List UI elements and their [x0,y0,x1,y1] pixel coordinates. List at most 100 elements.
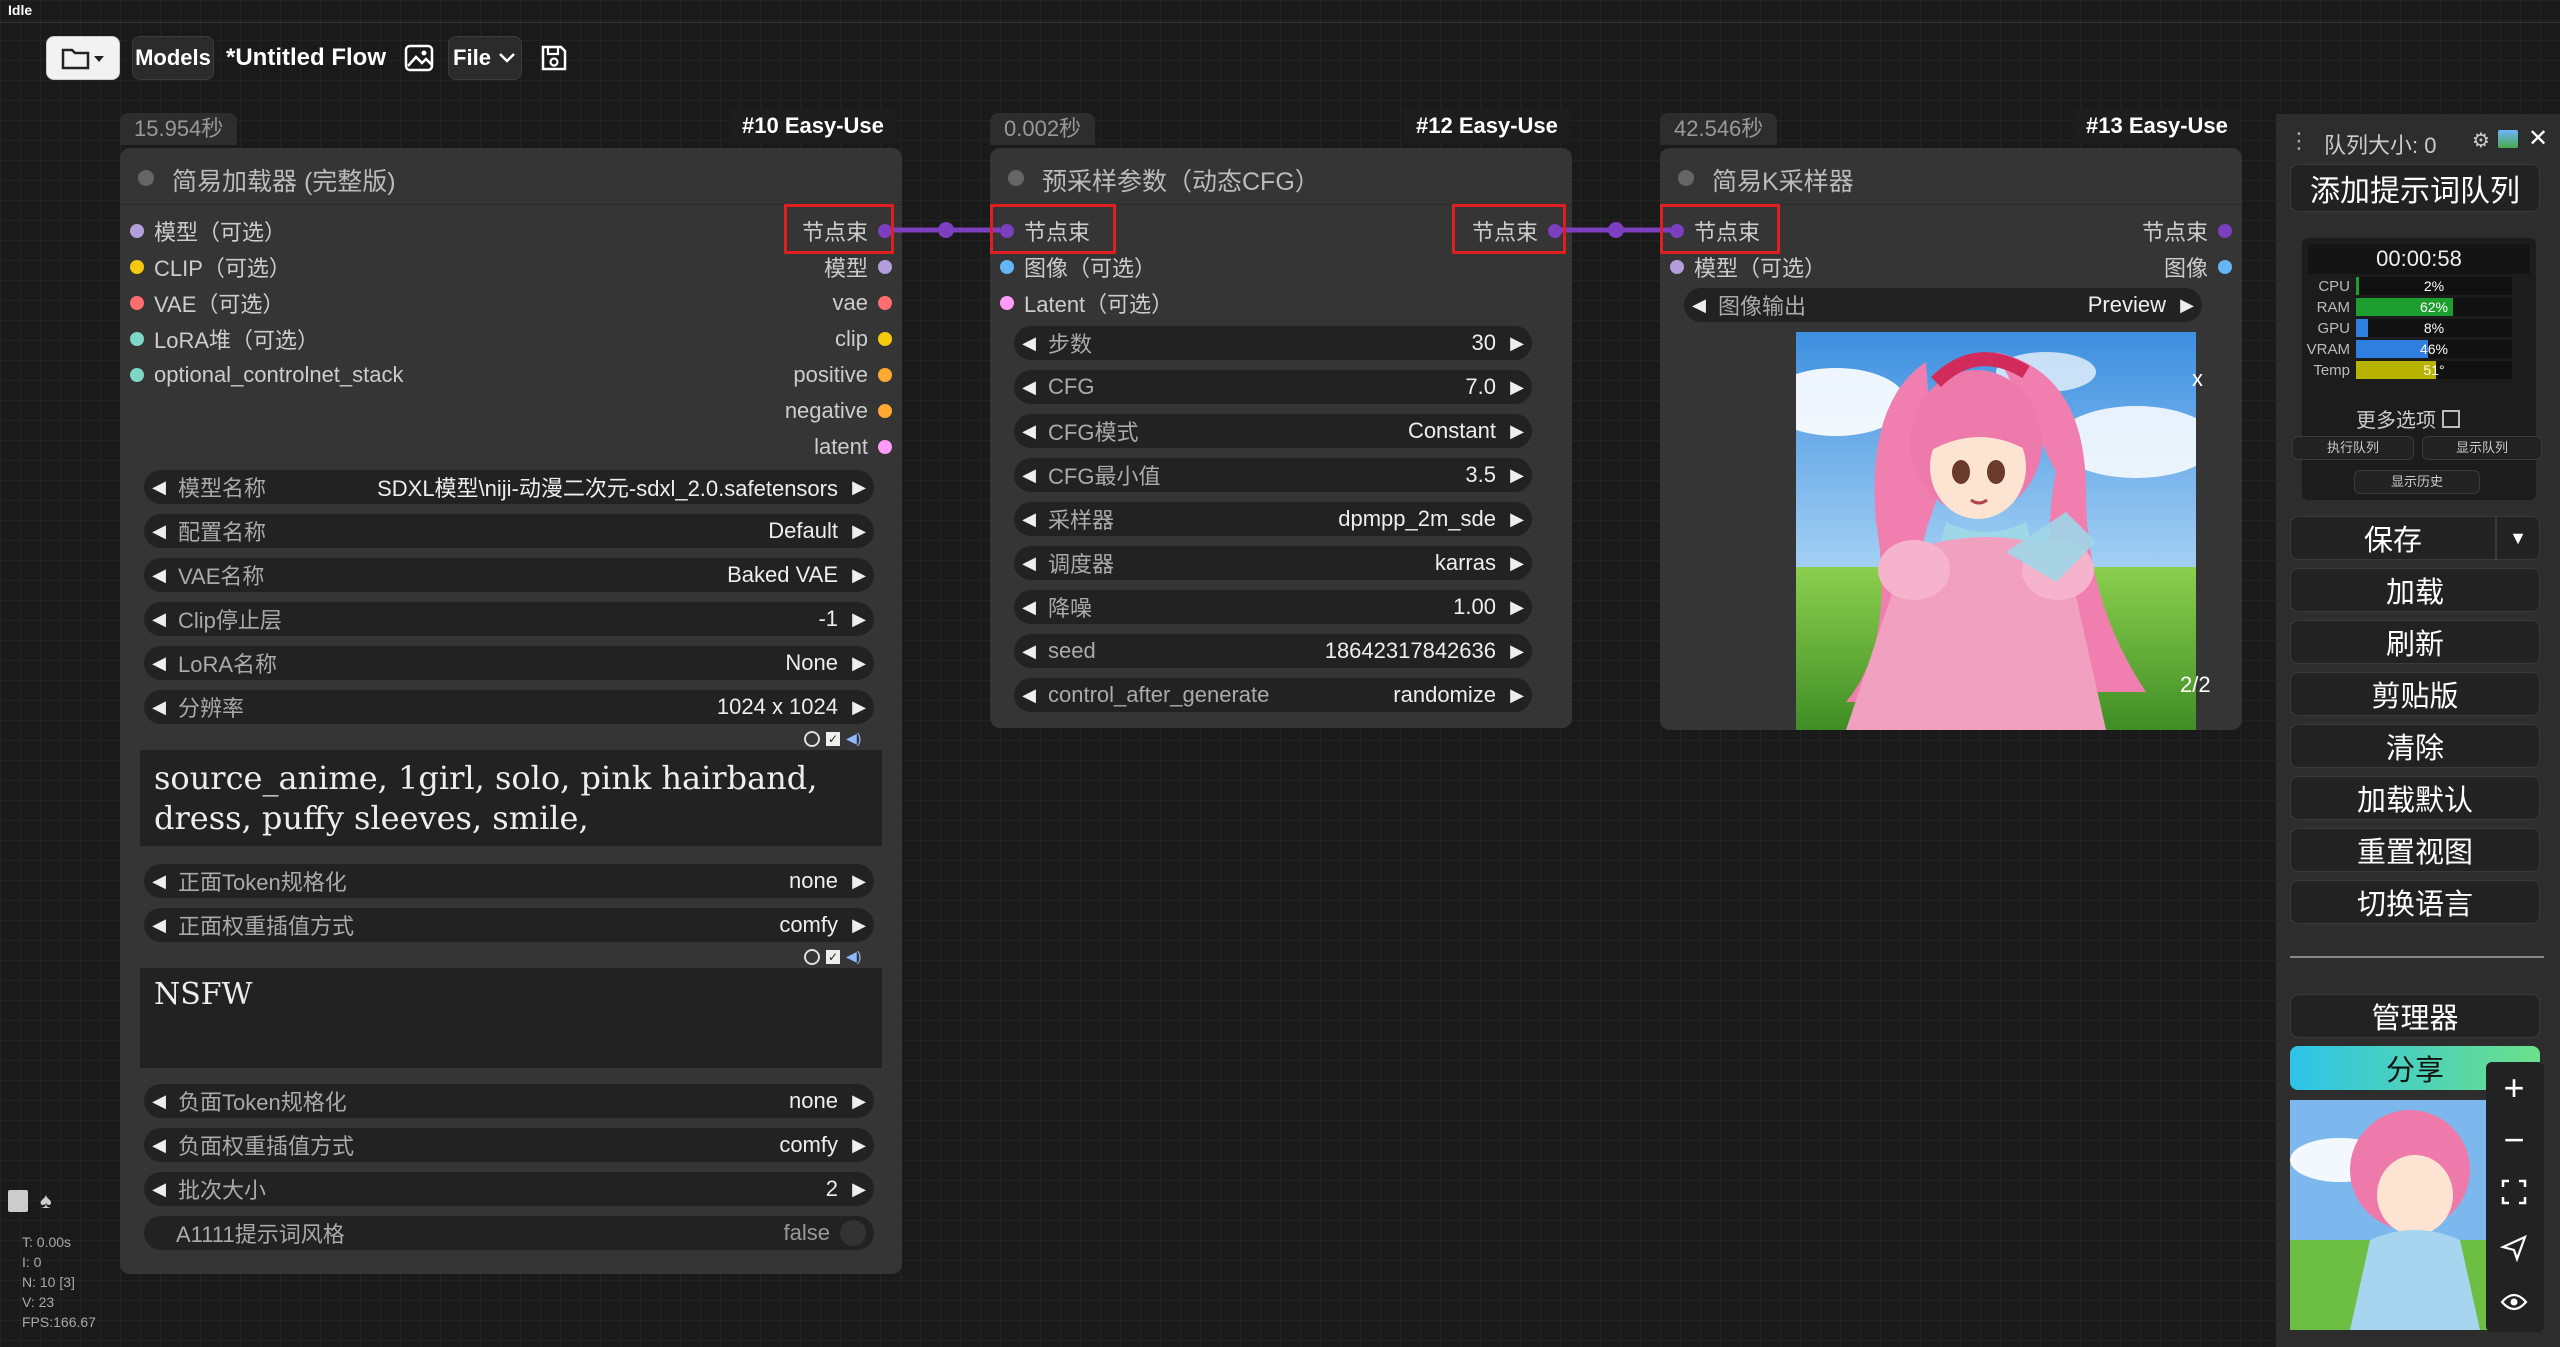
widget-neg-weight-interp[interactable]: ◀ 负面权重插值方式 comfy ▶ [144,1128,874,1162]
slot-dot-icon[interactable] [1670,260,1684,274]
save-icon[interactable] [536,36,572,80]
radio-icon[interactable] [804,948,820,965]
image-gallery-icon[interactable] [2498,130,2518,148]
arrow-right-icon[interactable]: ▶ [844,521,874,542]
slot-dot-icon[interactable] [878,368,892,382]
output-slot-negative[interactable]: negative [785,394,892,428]
widget-pos-weight-interp[interactable]: ◀ 正面权重插值方式 comfy ▶ [144,908,874,942]
widget-control-after-generate[interactable]: ◀ control_after_generate randomize ▶ [1014,678,1532,712]
arrow-right-icon[interactable]: ▶ [1502,509,1532,530]
arrow-right-icon[interactable]: ▶ [1502,377,1532,398]
widget-pos-token-norm[interactable]: ◀ 正面Token规格化 none ▶ [144,864,874,898]
refresh-button[interactable]: 刷新 [2290,620,2540,664]
show-history-button[interactable]: 显示历史 [2354,470,2480,494]
arrow-right-icon[interactable]: ▶ [1502,553,1532,574]
eye-icon[interactable] [2480,1280,2548,1324]
arrow-right-icon[interactable]: ▶ [844,871,874,892]
arrow-right-icon[interactable]: ▶ [1502,597,1532,618]
more-options[interactable]: 更多选项 [2356,404,2460,433]
arrow-right-icon[interactable]: ▶ [844,653,874,674]
document-icon[interactable] [8,1190,28,1212]
arrow-right-icon[interactable]: ▶ [844,915,874,936]
arrow-left-icon[interactable]: ◀ [1684,295,1714,316]
widget-seed[interactable]: ◀ seed 18642317842636 ▶ [1014,634,1532,668]
widget-image-output[interactable]: ◀ 图像输出 Preview ▶ [1684,288,2202,322]
preview-image[interactable] [1766,332,2216,730]
output-slot-image[interactable]: 图像 [2164,250,2232,284]
folder-menu-button[interactable] [46,36,120,80]
input-slot-latent[interactable]: Latent（可选） [1000,286,1173,320]
manager-button[interactable]: 管理器 [2290,994,2540,1038]
slot-dot-icon[interactable] [130,332,144,346]
arrow-left-icon[interactable]: ◀ [144,697,174,718]
checkbox-icon[interactable]: ✓ [826,949,840,964]
arrow-left-icon[interactable]: ◀ [1014,465,1044,486]
show-queue-button[interactable]: 显示队列 [2422,436,2542,460]
image-icon[interactable] [400,36,438,80]
save-dropdown-chevron-icon[interactable]: ▼ [2496,516,2540,560]
clear-button[interactable]: 清除 [2290,724,2540,768]
send-icon[interactable] [2480,1226,2548,1270]
widget-scheduler[interactable]: ◀ 调度器 karras ▶ [1014,546,1532,580]
widget-sampler[interactable]: ◀ 采样器 dpmpp_2m_sde ▶ [1014,502,1532,536]
slot-dot-icon[interactable] [878,296,892,310]
arrow-left-icon[interactable]: ◀ [144,1135,174,1156]
arrow-left-icon[interactable]: ◀ [1014,377,1044,398]
arrow-left-icon[interactable]: ◀ [144,653,174,674]
widget-config-name[interactable]: ◀ 配置名称 Default ▶ [144,514,874,548]
widget-neg-token-norm[interactable]: ◀ 负面Token规格化 none ▶ [144,1084,874,1118]
slot-dot-icon[interactable] [878,260,892,274]
speaker-icon[interactable]: ◀) [846,948,861,965]
input-slot-vae[interactable]: VAE（可选） [130,286,284,320]
checkbox-icon[interactable] [2442,409,2460,428]
arrow-left-icon[interactable]: ◀ [1014,641,1044,662]
widget-cfg[interactable]: ◀ CFG 7.0 ▶ [1014,370,1532,404]
collapse-dot-icon[interactable] [138,170,154,186]
queue-prompt-button[interactable]: 添加提示词队列 [2290,164,2540,212]
arrow-right-icon[interactable]: ▶ [1502,421,1532,442]
output-slot-latent[interactable]: latent [814,430,892,464]
widget-steps[interactable]: ◀ 步数 30 ▶ [1014,326,1532,360]
arrow-right-icon[interactable]: ▶ [844,565,874,586]
exec-queue-button[interactable]: 执行队列 [2292,436,2414,460]
link-midpoint-icon[interactable] [1608,222,1624,238]
checkbox-icon[interactable]: ✓ [826,731,840,746]
speaker-icon[interactable]: ◀) [846,730,861,747]
input-slot-clip[interactable]: CLIP（可选） [130,250,291,284]
slot-dot-icon[interactable] [130,368,144,382]
arrow-right-icon[interactable]: ▶ [844,1091,874,1112]
input-slot-controlnet[interactable]: optional_controlnet_stack [130,358,404,392]
arrow-left-icon[interactable]: ◀ [1014,553,1044,574]
arrow-right-icon[interactable]: ▶ [844,609,874,630]
arrow-right-icon[interactable]: ▶ [1502,685,1532,706]
arrow-right-icon[interactable]: ▶ [2172,295,2202,316]
arrow-left-icon[interactable]: ◀ [1014,333,1044,354]
slot-dot-icon[interactable] [130,296,144,310]
bell-icon[interactable]: ♠ [40,1188,52,1214]
input-slot-model[interactable]: 模型（可选） [130,214,286,248]
arrow-left-icon[interactable]: ◀ [1014,421,1044,442]
collapse-dot-icon[interactable] [1678,170,1694,186]
arrow-left-icon[interactable]: ◀ [144,915,174,936]
arrow-right-icon[interactable]: ▶ [844,1135,874,1156]
input-slot-model[interactable]: 模型（可选） [1670,250,1826,284]
fit-view-icon[interactable] [2480,1170,2548,1214]
slot-dot-icon[interactable] [878,332,892,346]
arrow-left-icon[interactable]: ◀ [144,521,174,542]
arrow-left-icon[interactable]: ◀ [1014,597,1044,618]
loader-node-header[interactable]: 简易加载器 (完整版) [120,148,902,205]
arrow-right-icon[interactable]: ▶ [1502,333,1532,354]
arrow-left-icon[interactable]: ◀ [144,609,174,630]
widget-vae-name[interactable]: ◀ VAE名称 Baked VAE ▶ [144,558,874,592]
slot-dot-icon[interactable] [1000,260,1014,274]
arrow-right-icon[interactable]: ▶ [844,477,874,498]
positive-prompt-textarea[interactable]: source_anime, 1girl, solo, pink hairband… [140,750,882,846]
negative-prompt-textarea[interactable]: NSFW [140,968,882,1068]
output-slot-model[interactable]: 模型 [824,250,892,284]
widget-lora-name[interactable]: ◀ LoRA名称 None ▶ [144,646,874,680]
load-default-button[interactable]: 加载默认 [2290,776,2540,820]
widget-cfg-mode[interactable]: ◀ CFG模式 Constant ▶ [1014,414,1532,448]
radio-icon[interactable] [804,730,820,747]
slot-dot-icon[interactable] [1000,296,1014,310]
widget-cfg-min[interactable]: ◀ CFG最小值 3.5 ▶ [1014,458,1532,492]
